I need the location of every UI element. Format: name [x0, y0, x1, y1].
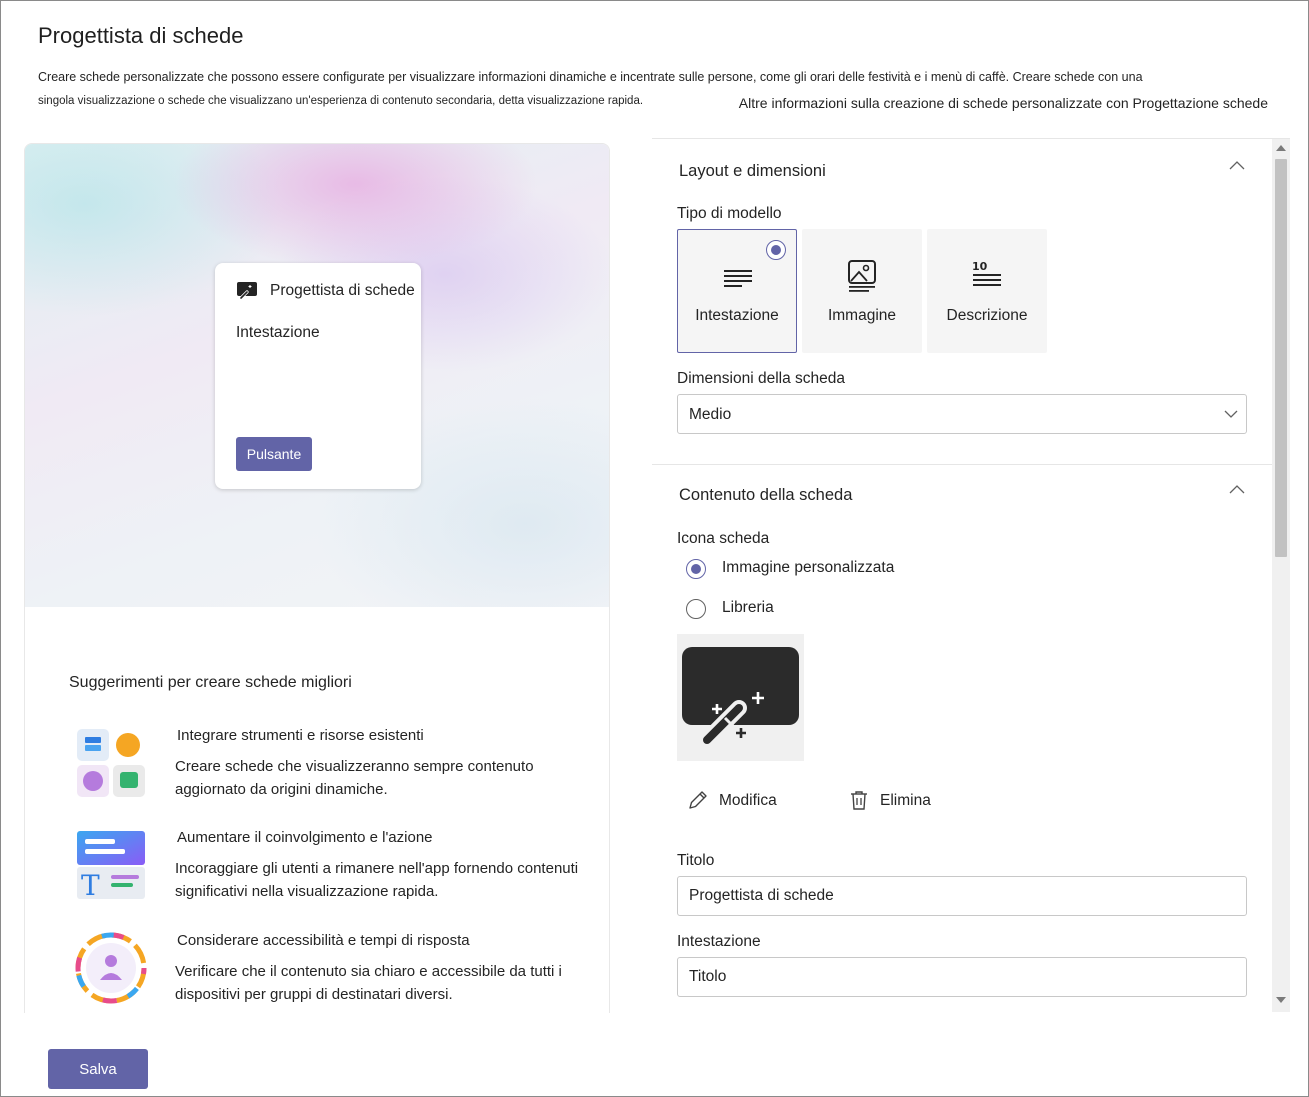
radio-button[interactable]	[686, 559, 706, 579]
engagement-icon: T	[77, 831, 145, 901]
icon-option-label: Libreria	[722, 599, 774, 616]
heading-label: Intestazione	[677, 933, 761, 950]
image-icon	[848, 260, 876, 292]
chevron-down-icon	[1224, 410, 1238, 418]
preview-panel: Progettista di schede Intestazione Pulsa…	[24, 143, 610, 1013]
template-option-heading[interactable]: Intestazione	[677, 229, 797, 353]
template-selected-radio	[766, 240, 786, 260]
scrollbar-thumb[interactable]	[1275, 159, 1287, 557]
template-option-label: Intestazione	[695, 307, 779, 324]
collapse-layout-chevron-icon[interactable]	[1229, 160, 1245, 170]
tip-text: Creare schede che visualizzeranno sempre…	[175, 758, 534, 798]
content-section-title: Contenuto della scheda	[679, 486, 853, 504]
card-designer-icon	[682, 647, 799, 748]
template-option-description[interactable]: 10 Descrizione	[927, 229, 1047, 353]
heading-input[interactable]	[677, 957, 1247, 997]
app-window: Progettista di schede Creare schede pers…	[0, 0, 1309, 1097]
template-option-label: Descrizione	[946, 307, 1028, 324]
svg-text:10: 10	[972, 260, 988, 273]
settings-scrollbar[interactable]	[1272, 139, 1290, 1012]
radio-button[interactable]	[686, 599, 706, 619]
card-size-dropdown[interactable]: Medio	[677, 394, 1247, 434]
save-button[interactable]: Salva	[48, 1049, 148, 1089]
tip-heading: Aumentare il coinvolgimento e l'azione	[177, 829, 433, 846]
page-description-line-2: singola visualizzazione o schede che vis…	[38, 95, 644, 107]
title-input[interactable]	[677, 876, 1247, 916]
collapse-content-chevron-icon[interactable]	[1229, 484, 1245, 494]
tip-heading: Integrare strumenti e risorse esistenti	[177, 727, 424, 744]
tips-title: Suggerimenti per creare schede migliori	[69, 674, 352, 691]
edit-label: Modifica	[719, 792, 777, 809]
scroll-down-arrow-icon[interactable]	[1276, 997, 1286, 1003]
template-type-label: Tipo di modello	[677, 205, 782, 222]
page-title: Progettista di schede	[38, 23, 244, 48]
card-designer-icon	[237, 282, 257, 300]
heading-lines-icon	[724, 270, 752, 287]
svg-text:T: T	[81, 869, 100, 901]
card-icon-label: Icona scheda	[677, 530, 770, 547]
section-divider	[652, 464, 1272, 465]
template-option-image[interactable]: Immagine	[802, 229, 922, 353]
pencil-icon	[689, 791, 707, 809]
scroll-up-arrow-icon[interactable]	[1276, 145, 1286, 151]
card-preview-heading: Intestazione	[236, 324, 320, 341]
icon-option-label: Immagine personalizzata	[722, 559, 895, 576]
card-preview-title: Progettista di schede	[270, 282, 415, 299]
card-preview-button[interactable]: Pulsante	[236, 437, 312, 471]
template-option-label: Immagine	[827, 307, 897, 324]
card-size-label: Dimensioni della scheda	[677, 370, 846, 387]
tip-text: Verificare che il contenuto sia chiaro e…	[175, 963, 562, 1003]
tools-resources-icon	[77, 729, 145, 797]
delete-label: Elimina	[880, 792, 931, 809]
title-label: Titolo	[677, 852, 715, 869]
card-preview: Progettista di schede Intestazione Pulsa…	[215, 263, 421, 489]
page-description-line-1: Creare schede personalizzate che possono…	[38, 70, 1143, 84]
tip-heading: Considerare accessibilità e tempi di ris…	[177, 932, 470, 949]
card-size-value: Medio	[689, 406, 732, 423]
description-icon: 10	[972, 260, 1001, 286]
settings-panel: Layout e dimensioni Tipo di modello Inte…	[652, 138, 1290, 1012]
card-icon-preview	[677, 634, 804, 761]
accessibility-icon	[75, 932, 147, 1004]
trash-icon	[851, 791, 867, 810]
layout-section-title: Layout e dimensioni	[679, 162, 826, 180]
tip-text: Incoraggiare gli utenti a rimanere nell'…	[175, 860, 579, 900]
more-info-link[interactable]: Altre informazioni sulla creazione di sc…	[739, 95, 1268, 111]
